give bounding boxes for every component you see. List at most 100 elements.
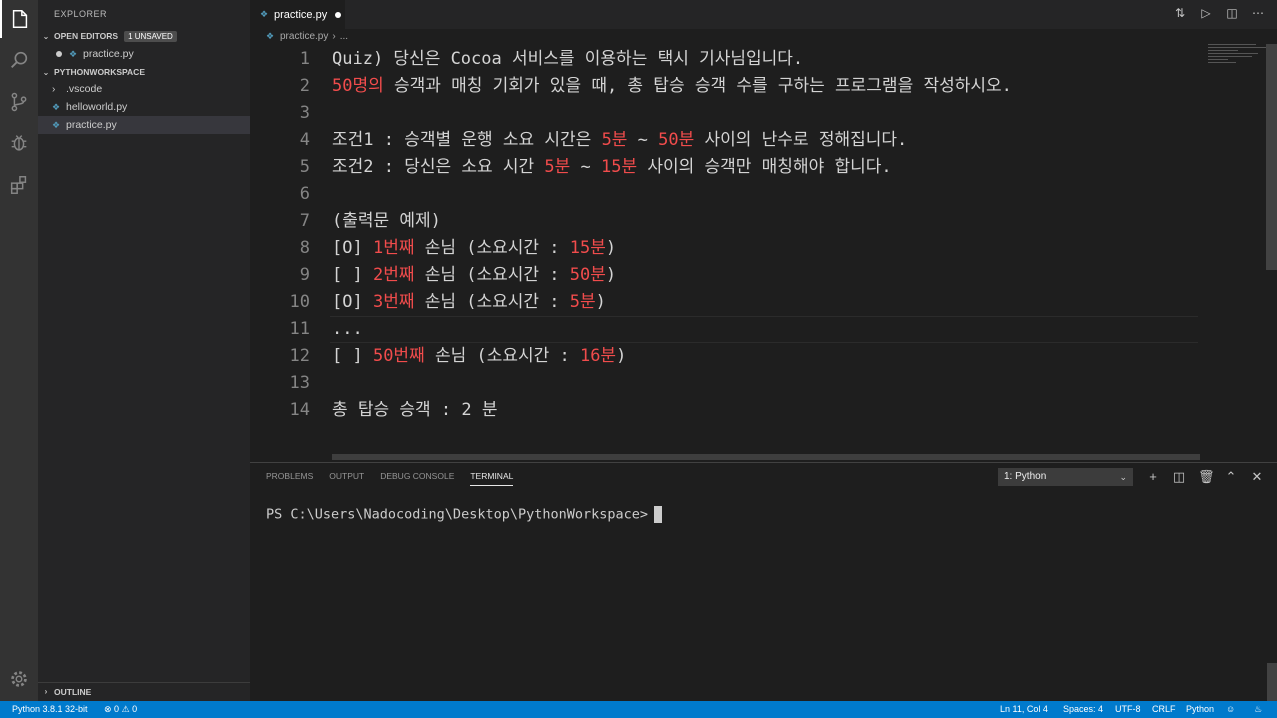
open-editor-item[interactable]: ❖ practice.py (38, 45, 250, 63)
new-terminal-icon[interactable]: + (1146, 468, 1160, 486)
line-content: [O] 3번째 손님 (소요시간 : 5분) (332, 289, 606, 316)
chevron-down-icon: ⌄ (42, 67, 50, 77)
source-control-icon[interactable] (0, 83, 38, 121)
language-mode[interactable]: Python (1186, 704, 1214, 714)
cursor-position[interactable]: Ln 11, Col 4 (1000, 704, 1048, 714)
code-line[interactable]: 12 [ ] 50번째 손님 (소요시간 : 16분) (250, 343, 1210, 370)
outline-header[interactable]: › OUTLINE (38, 682, 250, 700)
code-text: 조건2 : 당신은 소요 시간 (332, 157, 545, 177)
highlighted-text: 15분 (569, 238, 606, 258)
code-line[interactable]: 11... (250, 316, 1210, 343)
outline-label: OUTLINE (54, 686, 92, 697)
split-terminal-icon[interactable]: ◫ (1172, 468, 1186, 486)
bell-icon[interactable]: ♨ (1254, 704, 1262, 715)
line-content: 조건1 : 승객별 운행 소요 시간은 5분 ~ 50분 사이의 난수로 정해집… (332, 127, 907, 154)
bottom-panel: PROBLEMS OUTPUT DEBUG CONSOLE TERMINAL 1… (250, 462, 1277, 701)
highlighted-text: 16분 (579, 346, 617, 366)
chevron-right-icon: › (52, 83, 56, 95)
maximize-panel-icon[interactable]: ⌃ (1224, 468, 1238, 486)
line-endings[interactable]: CRLF (1152, 704, 1176, 714)
file-item-practice[interactable]: ❖ practice.py (38, 116, 250, 134)
folder-name: .vscode (66, 83, 103, 95)
file-item-helloworld[interactable]: ❖ helloworld.py (38, 98, 250, 116)
terminal-output[interactable]: PS C:\Users\Nadocoding\Desktop\PythonWor… (266, 506, 663, 523)
indentation[interactable]: Spaces: 4 (1063, 704, 1103, 714)
open-editors-label: OPEN EDITORS (54, 31, 119, 41)
terminal-select[interactable]: 1: Python ⌄ (998, 468, 1133, 486)
tab-terminal[interactable]: TERMINAL (470, 471, 514, 486)
file-name: practice.py (66, 119, 117, 131)
python-file-icon: ❖ (69, 48, 78, 59)
line-content: [ ] 50번째 손님 (소요시간 : 16분) (332, 343, 626, 370)
settings-gear-icon[interactable] (0, 660, 38, 698)
code-text: 손님 (소요시간 : (414, 292, 570, 312)
compare-icon[interactable]: ⇅ (1173, 6, 1187, 20)
explorer-icon[interactable] (0, 0, 38, 38)
search-icon[interactable] (0, 41, 38, 79)
minimap[interactable] (1208, 44, 1268, 74)
editor-tab-bar: ❖ practice.py ⇅ ▷ ◫ ⋯ (250, 0, 1277, 29)
debug-icon[interactable] (0, 124, 38, 162)
open-editors-header[interactable]: ⌄ OPEN EDITORS 1 UNSAVED (38, 27, 250, 45)
terminal-scrollbar[interactable] (1267, 663, 1277, 701)
feedback-icon[interactable]: ☺ (1226, 704, 1235, 714)
unsaved-dot-icon[interactable] (335, 11, 342, 18)
tab-debug-console[interactable]: DEBUG CONSOLE (380, 471, 454, 486)
highlighted-text: 5분 (544, 157, 571, 177)
line-number: 10 (289, 292, 310, 312)
line-number: 12 (289, 346, 310, 366)
code-line[interactable]: 2 50명의 승객과 매칭 기회가 있을 때, 총 탑승 승객 수를 구하는 프로… (250, 73, 1210, 100)
code-line[interactable]: 9 [ ] 2번째 손님 (소요시간 : 50분) (250, 262, 1210, 289)
code-text: 조건1 : 승객별 운행 소요 시간은 (332, 130, 602, 150)
code-text: 승객과 매칭 기회가 있을 때, 총 탑승 승객 수를 구하는 프로그램을 작성… (383, 76, 1012, 96)
editor-actions: ⇅ ▷ ◫ ⋯ (1173, 6, 1265, 20)
warning-count: 0 (132, 704, 138, 714)
tab-problems[interactable]: PROBLEMS (266, 471, 313, 486)
highlighted-text: 50분 (658, 130, 695, 150)
code-line[interactable]: 13 (250, 370, 1210, 397)
code-text: 사이의 난수로 정해집니다. (694, 130, 908, 150)
scrollbar-thumb[interactable] (1266, 44, 1277, 270)
highlighted-text: 2번째 (372, 265, 415, 285)
more-actions-icon[interactable]: ⋯ (1251, 6, 1265, 20)
chevron-right-icon: › (44, 687, 48, 696)
code-text: ) (595, 292, 606, 312)
run-icon[interactable]: ▷ (1199, 6, 1213, 20)
problems-indicator[interactable]: ⊗ 0 ⚠ 0 (104, 704, 137, 715)
code-editor[interactable]: 1 Quiz) 당신은 Cocoa 서비스를 이용하는 택시 기사님입니다. 2 50… (250, 44, 1277, 460)
folder-item-vscode[interactable]: › .vscode (38, 80, 250, 98)
breadcrumb: ❖ practice.py › ... (266, 31, 348, 42)
editor-horizontal-scrollbar[interactable] (332, 454, 1200, 460)
tab-practice-py[interactable]: ❖ practice.py (250, 0, 345, 29)
editor-vertical-scrollbar[interactable] (1266, 44, 1277, 460)
extensions-icon[interactable] (0, 166, 38, 204)
split-editor-icon[interactable]: ◫ (1225, 6, 1239, 20)
close-panel-icon[interactable]: ✕ (1250, 468, 1264, 486)
workspace-header[interactable]: ⌄ PYTHONWORKSPACE (38, 63, 250, 81)
code-line[interactable]: 8 [O] 1번째 손님 (소요시간 : 15분) (250, 235, 1210, 262)
code-text: [O] (332, 238, 373, 258)
encoding[interactable]: UTF-8 (1115, 704, 1141, 714)
breadcrumb-more[interactable]: ... (340, 31, 348, 42)
code-line[interactable]: 7 (출력문 예제) (250, 208, 1210, 235)
python-interpreter[interactable]: Python 3.8.1 32-bit (12, 704, 88, 714)
code-line[interactable]: 3 (250, 100, 1210, 127)
code-text: ~ (570, 157, 601, 177)
line-content: [ ] 2번째 손님 (소요시간 : 50분) (332, 262, 616, 289)
code-line[interactable]: 6 (250, 181, 1210, 208)
panel-tabs: PROBLEMS OUTPUT DEBUG CONSOLE TERMINAL (266, 471, 514, 486)
workspace-label: PYTHONWORKSPACE (54, 67, 145, 77)
trash-icon[interactable]: 🗑 (1198, 468, 1215, 486)
code-text: [ ] (332, 265, 373, 285)
tab-output[interactable]: OUTPUT (329, 471, 364, 486)
code-line[interactable]: 4 조건1 : 승객별 운행 소요 시간은 5분 ~ 50분 사이의 난수로 정해… (250, 127, 1210, 154)
open-editor-filename: practice.py (83, 48, 134, 60)
unsaved-dot-icon[interactable] (56, 51, 62, 57)
code-line[interactable]: 10 [O] 3번째 손님 (소요시간 : 5분) (250, 289, 1210, 316)
sidebar-title: EXPLORER (54, 9, 108, 19)
breadcrumb-file[interactable]: practice.py (280, 31, 328, 42)
code-line[interactable]: 14 총 탑승 승객 : 2 분 (250, 397, 1210, 424)
code-line[interactable]: 5 조건2 : 당신은 소요 시간 5분 ~ 15분 사이의 승객만 매칭해야 합… (250, 154, 1210, 181)
code-line[interactable]: 1 Quiz) 당신은 Cocoa 서비스를 이용하는 택시 기사님입니다. (250, 46, 1210, 73)
code-text: ~ (627, 130, 659, 150)
